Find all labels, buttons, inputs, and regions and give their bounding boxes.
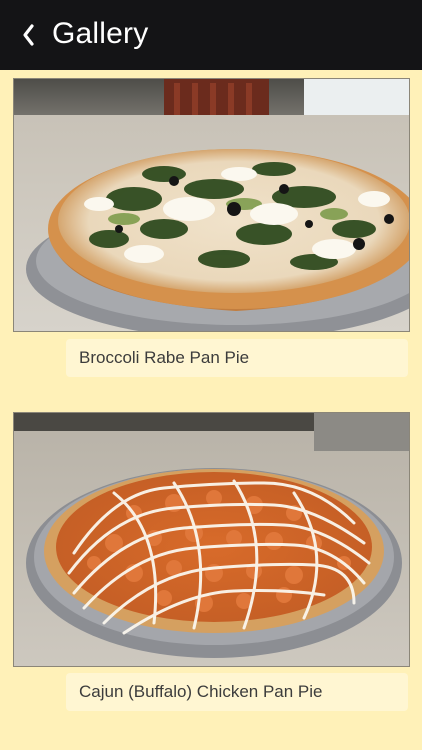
gallery-item-caption[interactable]: Broccoli Rabe Pan Pie	[66, 339, 408, 377]
page-title: Gallery	[52, 17, 149, 50]
back-button[interactable]	[18, 18, 50, 52]
chevron-left-icon	[23, 24, 34, 46]
navigation-bar: Gallery	[0, 0, 422, 70]
pizza-photo-cajun-chicken[interactable]	[13, 412, 410, 667]
pizza-photo-broccoli-rabe[interactable]	[13, 78, 410, 332]
gallery-item-caption[interactable]: Cajun (Buffalo) Chicken Pan Pie	[66, 673, 408, 711]
